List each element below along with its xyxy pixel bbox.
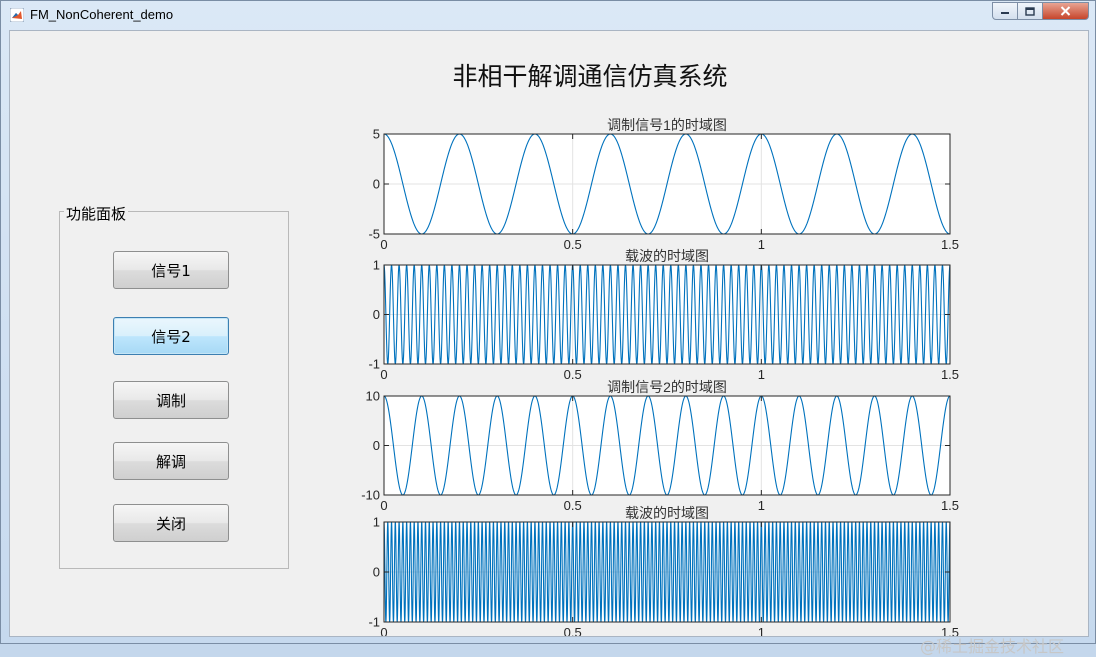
y-tick-label: 0 — [373, 565, 380, 580]
close-icon — [1060, 6, 1071, 16]
plot-title: 调制信号2的时域图 — [607, 379, 727, 395]
x-tick-label: 0 — [380, 367, 387, 382]
title-bar[interactable]: FM_NonCoherent_demo — [1, 1, 1095, 29]
plot-3: 0 0.5 1 1.5100-10调制信号2的时域图 — [361, 379, 959, 513]
x-tick-label: 0.5 — [564, 498, 582, 513]
x-tick-label: 1 — [758, 237, 765, 252]
x-tick-label: 1.5 — [941, 367, 959, 382]
y-tick-label: 1 — [373, 515, 380, 530]
minimize-icon — [1001, 12, 1009, 14]
x-tick-label: 1 — [758, 367, 765, 382]
y-tick-label: 0 — [373, 307, 380, 322]
y-tick-label: -5 — [368, 227, 380, 242]
window-title: FM_NonCoherent_demo — [30, 7, 174, 22]
x-tick-label: 0.5 — [564, 625, 582, 636]
y-tick-label: -10 — [361, 488, 380, 503]
x-tick-label: 1 — [758, 498, 765, 513]
y-tick-label: -1 — [368, 357, 380, 372]
window-controls — [992, 2, 1089, 20]
plot-title: 调制信号1的时域图 — [607, 117, 727, 133]
plot-4: 0 0.5 1 1.510-1载波的时域图 — [368, 505, 959, 636]
x-tick-label: 1.5 — [941, 498, 959, 513]
x-tick-label: 0.5 — [564, 237, 582, 252]
app-window: FM_NonCoherent_demo 非相干解调通信仿真系统 功能面板 信号1… — [0, 0, 1096, 656]
plot-title: 载波的时域图 — [625, 505, 709, 521]
y-tick-label: -1 — [368, 615, 380, 630]
x-tick-label: 0 — [380, 498, 387, 513]
x-tick-label: 1.5 — [941, 237, 959, 252]
y-tick-label: 0 — [373, 438, 380, 453]
x-tick-label: 1 — [758, 625, 765, 636]
y-tick-label: 1 — [373, 258, 380, 273]
plots-area: 0 0.5 1 1.550-5调制信号1的时域图0 0.5 1 1.510-1载波的时域图0… — [361, 117, 959, 636]
plot-2: 0 0.5 1 1.510-1载波的时域图 — [368, 248, 959, 382]
maximize-button[interactable] — [1018, 2, 1043, 20]
x-tick-label: 0 — [380, 625, 387, 636]
minimize-button[interactable] — [992, 2, 1018, 20]
x-tick-label: 0 — [380, 237, 387, 252]
plot-title: 载波的时域图 — [625, 248, 709, 264]
matlab-app-icon — [10, 8, 24, 22]
close-window-button[interactable] — [1043, 2, 1089, 20]
y-tick-label: 10 — [366, 389, 380, 404]
watermark: @稀土掘金技术社区 — [920, 637, 1065, 656]
x-tick-label: 0.5 — [564, 367, 582, 382]
y-tick-label: 0 — [373, 177, 380, 192]
y-tick-label: 5 — [373, 127, 380, 142]
figure-client-area: 非相干解调通信仿真系统 功能面板 信号1 信号2 调制 解调 关闭 0 0.5 1 1… — [9, 30, 1089, 656]
maximize-icon — [1025, 6, 1035, 16]
plot-1: 0 0.5 1 1.550-5调制信号1的时域图 — [368, 117, 959, 252]
